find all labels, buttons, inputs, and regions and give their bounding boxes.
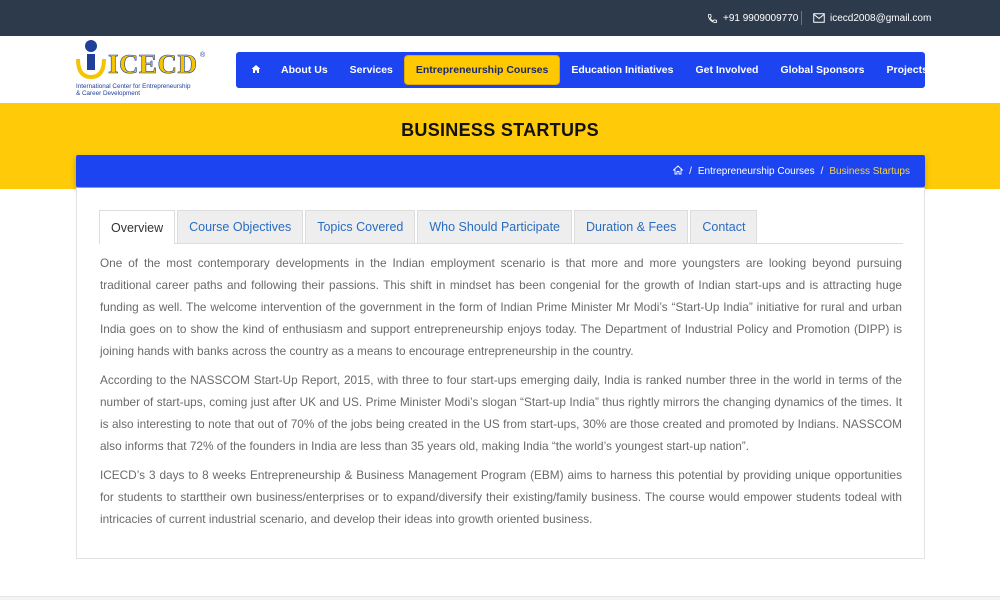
email-address: icecd2008@gmail.com [830, 12, 932, 24]
overview-paragraph: ICECD’s 3 days to 8 weeks Entrepreneursh… [100, 468, 902, 526]
course-tabs: Overview Course Objectives Topics Covere… [99, 210, 903, 244]
tab-course-objectives[interactable]: Course Objectives [177, 210, 304, 243]
phone-contact[interactable]: +91 9909009770 [707, 0, 798, 36]
tab-who-should-participate[interactable]: Who Should Participate [417, 210, 573, 243]
phone-icon [707, 13, 718, 24]
logo-tagline: International Center for Entrepreneurshi… [76, 83, 191, 97]
main-navigation: About Us Services Entrepreneurship Cours… [236, 52, 928, 88]
nav-get-involved[interactable]: Get Involved [684, 55, 769, 85]
nav-services[interactable]: Services [339, 55, 404, 85]
page-title: BUSINESS STARTUPS [401, 120, 599, 140]
home-icon [251, 64, 261, 77]
site-header: ICECD ® International Center for Entrepr… [0, 36, 1000, 103]
tab-duration-fees[interactable]: Duration & Fees [574, 210, 689, 243]
tab-contact[interactable]: Contact [690, 210, 758, 243]
nav-projects[interactable]: Projects [875, 55, 938, 85]
tab-topics-covered[interactable]: Topics Covered [305, 210, 416, 243]
icecd-logo[interactable]: ICECD ® International Center for Entrepr… [76, 39, 211, 99]
tab-overview[interactable]: Overview [99, 210, 176, 244]
breadcrumb-separator: / [820, 165, 824, 177]
nav-entrepreneurship-courses[interactable]: Entrepreneurship Courses [403, 55, 561, 85]
breadcrumb: / Entrepreneurship Courses / Business St… [76, 155, 925, 187]
logo-figure-icon [76, 40, 106, 80]
topbar-divider [801, 11, 802, 25]
email-contact[interactable]: icecd2008@gmail.com [813, 0, 931, 36]
nav-about-us[interactable]: About Us [270, 55, 339, 85]
top-contact-bar: +91 9909009770 icecd2008@gmail.com [0, 0, 1000, 36]
breadcrumb-separator: / [689, 165, 692, 177]
breadcrumb-current: Business Startups [829, 165, 910, 177]
overview-paragraph: According to the NASSCOM Start-Up Report… [100, 373, 902, 453]
breadcrumb-parent-link[interactable]: Entrepreneurship Courses [698, 166, 815, 177]
nav-education-initiatives[interactable]: Education Initiatives [560, 55, 684, 85]
overview-text: One of the most contemporary development… [100, 252, 902, 537]
logo-wordmark: ICECD [108, 49, 198, 80]
mail-icon [813, 13, 825, 23]
logo-registered-mark: ® [200, 52, 206, 59]
nav-home[interactable] [242, 55, 270, 85]
breadcrumb-home-icon[interactable] [672, 164, 684, 178]
phone-number: +91 9909009770 [723, 12, 799, 24]
footer-divider [0, 596, 1000, 600]
nav-global-sponsors[interactable]: Global Sponsors [769, 55, 875, 85]
overview-paragraph: One of the most contemporary development… [100, 256, 902, 358]
course-content-card: Overview Course Objectives Topics Covere… [76, 188, 925, 559]
